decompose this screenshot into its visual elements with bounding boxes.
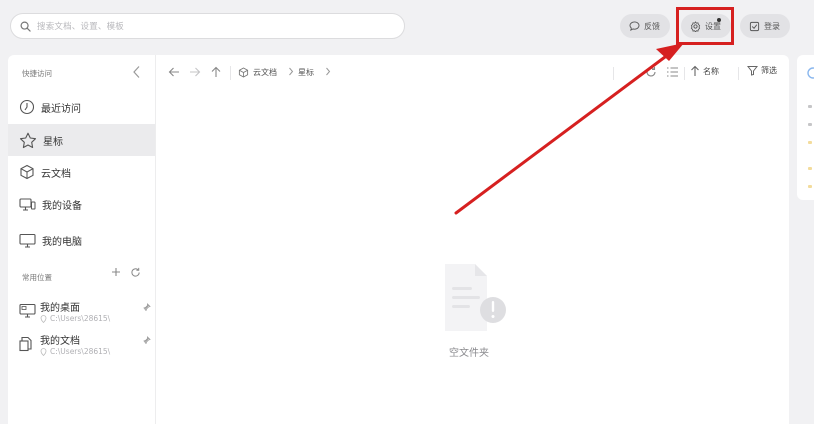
clock-icon [19, 99, 35, 115]
common-locations-title: 常用位置 [22, 273, 52, 282]
filter-button[interactable]: 筛选 [747, 65, 777, 76]
devices-icon [19, 197, 36, 212]
settings-highlight-box [676, 7, 734, 45]
sidebar-item-cloud-docs[interactable]: 云文档 [8, 156, 155, 188]
list-view-icon[interactable] [666, 66, 679, 78]
sidebar-item-devices[interactable]: 我的设备 [8, 188, 155, 220]
sidebar: 快捷访问 最近访问 星标 云文档 我的设备 我的电脑 常用位置 我的桌面 C:\… [8, 55, 156, 424]
empty-folder-text: 空文件夹 [449, 348, 489, 359]
search-icon [20, 21, 31, 32]
login-icon [749, 21, 760, 32]
decor-mark [808, 123, 812, 126]
toolbar-divider [230, 66, 231, 80]
add-location-button[interactable] [111, 267, 121, 278]
login-label: 登录 [764, 21, 780, 31]
location-path: C:\Users\28615\ [40, 347, 110, 356]
toolbar-divider [738, 67, 739, 80]
breadcrumb-cloud-docs[interactable]: 云文档 [253, 67, 277, 78]
pin-small-icon [40, 314, 47, 323]
quick-access-title: 快捷访问 [22, 69, 52, 78]
decor-mark [808, 167, 812, 170]
breadcrumb-starred[interactable]: 星标 [298, 67, 314, 78]
location-path: C:\Users\28615\ [40, 314, 110, 323]
pin-icon[interactable] [143, 303, 151, 311]
file-toolbar: 云文档 星标 名称 筛选 [157, 55, 789, 91]
up-arrow-icon[interactable] [210, 66, 222, 78]
sidebar-item-label: 星标 [43, 136, 63, 148]
top-bar: 搜索文档、设置、模板 反馈 设置 登录 [0, 0, 814, 50]
decor-mark [808, 185, 812, 188]
sidebar-item-label: 我的电脑 [42, 236, 82, 248]
sidebar-item-my-computer[interactable]: 我的电脑 [8, 224, 155, 256]
chevron-right-icon [325, 67, 331, 76]
pin-icon[interactable] [143, 336, 151, 344]
documents-folder-icon [19, 336, 35, 352]
decor-mark [808, 141, 812, 144]
search-box[interactable]: 搜索文档、设置、模板 [10, 13, 405, 39]
feedback-button[interactable]: 反馈 [620, 14, 670, 38]
sidebar-item-starred[interactable]: 星标 [8, 124, 155, 156]
location-item-desktop[interactable]: 我的桌面 C:\Users\28615\ [19, 299, 155, 333]
side-panel-icon [806, 67, 814, 79]
refresh-icon[interactable] [645, 66, 657, 78]
chevron-right-icon [288, 67, 294, 76]
cloud-doc-icon [238, 67, 249, 78]
back-arrow-icon[interactable] [168, 66, 180, 78]
file-panel: 快捷访问 最近访问 星标 云文档 我的设备 我的电脑 常用位置 我的桌面 C:\… [8, 55, 789, 424]
feedback-label: 反馈 [644, 21, 660, 31]
location-name: 我的文档 [40, 336, 80, 347]
location-item-documents[interactable]: 我的文档 C:\Users\28615\ [19, 332, 155, 366]
toolbar-divider [613, 67, 614, 80]
sort-icon [691, 65, 699, 76]
desktop-folder-icon [19, 303, 36, 318]
sort-by-name-button[interactable]: 名称 [690, 65, 719, 77]
filter-label: 筛选 [761, 66, 777, 75]
login-button[interactable]: 登录 [740, 14, 790, 38]
collapse-sidebar-button[interactable] [132, 65, 142, 79]
sidebar-item-label: 我的设备 [42, 200, 82, 212]
search-input[interactable]: 搜索文档、设置、模板 [37, 20, 124, 32]
side-panel-peek[interactable] [797, 55, 814, 200]
common-locations-actions [111, 267, 141, 278]
location-name: 我的桌面 [40, 303, 80, 314]
star-icon [19, 132, 37, 149]
sidebar-item-label: 最近访问 [41, 103, 81, 115]
empty-folder-illustration [437, 207, 511, 331]
cloud-doc-icon [19, 164, 35, 180]
forward-arrow-icon[interactable] [189, 66, 201, 78]
sidebar-item-label: 云文档 [41, 168, 71, 180]
sort-label: 名称 [703, 66, 719, 76]
filter-icon [747, 66, 758, 76]
decor-mark [808, 105, 812, 108]
toolbar-divider [684, 67, 685, 80]
sidebar-item-recent[interactable]: 最近访问 [8, 91, 155, 123]
monitor-icon [19, 233, 36, 248]
chat-bubble-icon [629, 21, 640, 31]
pin-small-icon [40, 347, 47, 356]
refresh-icon[interactable] [130, 267, 141, 278]
